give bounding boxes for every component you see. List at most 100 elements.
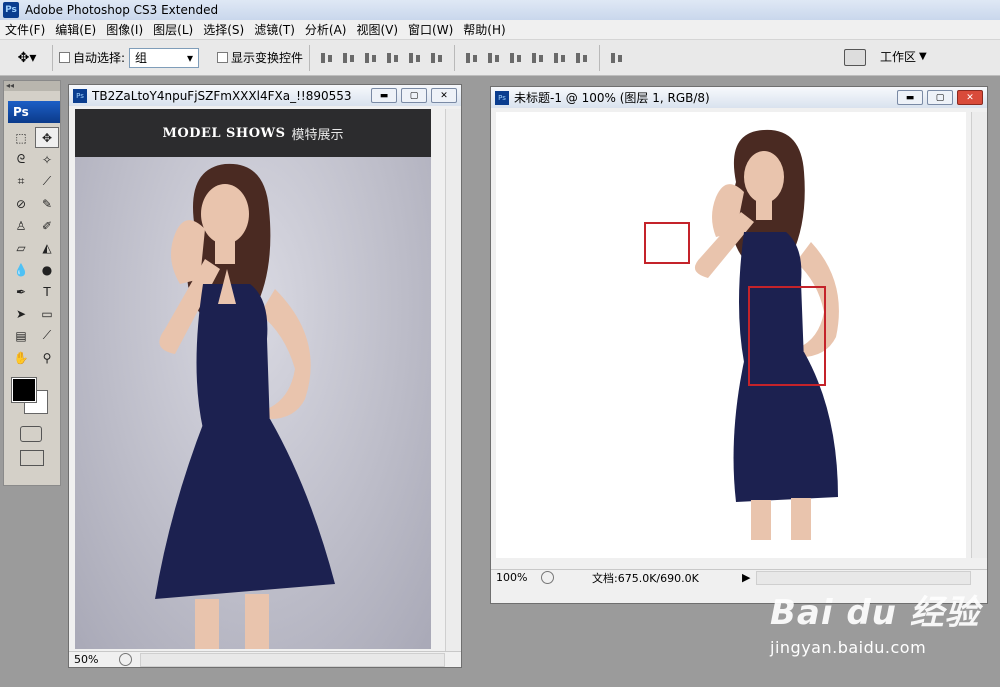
horizontal-scrollbar[interactable]	[756, 570, 971, 585]
healing-brush-tool-icon[interactable]: ⊘	[9, 193, 33, 214]
show-transform-label: 显示变换控件	[231, 51, 304, 65]
eraser-tool-icon[interactable]: ▱	[9, 237, 33, 258]
distribute-vcenter-icon[interactable]	[486, 50, 502, 66]
menu-filter[interactable]: 滤镜(T)	[249, 21, 300, 38]
baidu-jingyan-watermark: Bai du 经验 jingyan.baidu.com	[770, 585, 995, 680]
align-left-icon[interactable]	[385, 50, 401, 66]
close-button[interactable]: ✕	[957, 90, 983, 105]
document-title: 未标题-1 @ 100% (图层 1, RGB/8)	[514, 91, 710, 105]
workspace-button[interactable]: 工作区 ▼	[880, 48, 927, 65]
hand-tool-icon[interactable]: ✋	[9, 347, 33, 368]
marquee-tool-icon[interactable]: ⬚	[9, 127, 33, 148]
auto-select-checkbox[interactable]	[59, 52, 70, 63]
color-swatches	[4, 374, 60, 422]
menu-window[interactable]: 窗口(W)	[403, 21, 458, 38]
blur-tool-icon[interactable]: 💧	[9, 259, 33, 280]
path-selection-tool-icon[interactable]: ➤	[9, 303, 33, 324]
camera-icon[interactable]	[844, 49, 866, 66]
show-transform-checkbox[interactable]	[217, 52, 229, 63]
menu-help[interactable]: 帮助(H)	[458, 21, 510, 38]
pen-tool-icon[interactable]: ✒	[9, 281, 33, 302]
document-titlebar[interactable]: Ps 未标题-1 @ 100% (图层 1, RGB/8) ▬ ▢ ✕	[491, 87, 987, 108]
distribute-bottom-icon[interactable]	[508, 50, 524, 66]
options-bar: ✥▾ 自动选择: 组 ▾ 显示变换控件 工作区 ▼	[0, 40, 1000, 76]
clone-stamp-tool-icon[interactable]: ♙	[9, 215, 33, 236]
status-icon[interactable]	[119, 653, 132, 666]
menu-edit[interactable]: 编辑(E)	[50, 21, 101, 38]
ps-badge[interactable]: Ps	[8, 101, 60, 123]
distribute-left-icon[interactable]	[530, 50, 546, 66]
menu-analysis[interactable]: 分析(A)	[300, 21, 352, 38]
photoshop-logo-icon: Ps	[3, 2, 19, 18]
panel-grip[interactable]: ◂◂	[4, 81, 60, 91]
status-bar: 100% 文档:675.0K/690.0K ▶	[491, 569, 987, 585]
close-button[interactable]: ✕	[431, 88, 457, 103]
canvas-result[interactable]	[496, 112, 966, 558]
document-window-result: Ps 未标题-1 @ 100% (图层 1, RGB/8) ▬ ▢ ✕ 100%…	[490, 86, 988, 604]
menu-image[interactable]: 图像(I)	[101, 21, 148, 38]
foreground-color-swatch[interactable]	[11, 377, 37, 403]
menu-bar: 文件(F) 编辑(E) 图像(I) 图层(L) 选择(S) 滤镜(T) 分析(A…	[0, 20, 1000, 40]
distribute-hcenter-icon[interactable]	[552, 50, 568, 66]
menu-file[interactable]: 文件(F)	[0, 21, 50, 38]
status-bar: 50%	[69, 651, 461, 667]
triangle-down-icon: ▼	[919, 51, 927, 62]
app-titlebar: Ps Adobe Photoshop CS3 Extended	[0, 0, 1000, 20]
minimize-button[interactable]: ▬	[897, 90, 923, 105]
divider	[309, 44, 311, 71]
document-window-source: Ps TB2ZaLtoY4npuFjSZFmXXXl4FXa_!!8905532…	[68, 84, 462, 668]
distribute-right-icon[interactable]	[574, 50, 590, 66]
arrow-right-icon[interactable]: ▶	[742, 571, 750, 584]
align-hcenter-icon[interactable]	[407, 50, 423, 66]
shape-tool-icon[interactable]: ▭	[35, 303, 59, 324]
paint-bucket-tool-icon[interactable]: ◭	[35, 237, 59, 258]
history-brush-tool-icon[interactable]: ✐	[35, 215, 59, 236]
auto-select-dropdown[interactable]: 组 ▾	[129, 47, 200, 68]
move-tool-icon[interactable]: ✥	[35, 127, 59, 148]
vertical-scrollbar[interactable]	[971, 112, 987, 558]
lasso-tool-icon[interactable]: ᘓ	[9, 149, 33, 170]
screen-mode-icon[interactable]	[20, 450, 44, 466]
slice-tool-icon[interactable]: ⟋	[35, 171, 59, 192]
brush-tool-icon[interactable]: ✎	[35, 193, 59, 214]
minimize-button[interactable]: ▬	[371, 88, 397, 103]
align-vcenter-icon[interactable]	[341, 50, 357, 66]
selection-box-arm	[644, 222, 690, 264]
maximize-button[interactable]: ▢	[927, 90, 953, 105]
move-tool-preset-icon[interactable]: ✥▾	[8, 45, 46, 71]
eyedropper-tool-icon[interactable]: ⟋	[35, 325, 59, 346]
align-top-icon[interactable]	[319, 50, 335, 66]
document-title: TB2ZaLtoY4npuFjSZFmXXXl4FXa_!!89055323..…	[92, 88, 352, 103]
auto-select-value: 组	[135, 51, 148, 65]
vertical-scrollbar[interactable]	[445, 109, 461, 651]
horizontal-scrollbar[interactable]	[140, 652, 445, 667]
zoom-level[interactable]: 100%	[491, 571, 541, 584]
magic-wand-tool-icon[interactable]: ✧	[35, 149, 59, 170]
zoom-level[interactable]: 50%	[69, 653, 119, 666]
dodge-tool-icon[interactable]: ●	[35, 259, 59, 280]
distribute-top-icon[interactable]	[464, 50, 480, 66]
divider	[454, 44, 456, 71]
maximize-button[interactable]: ▢	[401, 88, 427, 103]
notes-tool-icon[interactable]: ▤	[9, 325, 33, 346]
status-icon[interactable]	[541, 571, 554, 584]
align-right-icon[interactable]	[429, 50, 445, 66]
menu-select[interactable]: 选择(S)	[198, 21, 249, 38]
menu-layer[interactable]: 图层(L)	[148, 21, 198, 38]
crop-tool-icon[interactable]: ⌗	[9, 171, 33, 192]
quick-mask-icon[interactable]	[20, 426, 42, 442]
align-bottom-icon[interactable]	[363, 50, 379, 66]
divider	[52, 44, 53, 71]
auto-align-layers-icon[interactable]	[609, 50, 625, 66]
document-icon: Ps	[73, 88, 87, 103]
document-info[interactable]: 文档:675.0K/690.0K	[592, 570, 742, 586]
zoom-tool-icon[interactable]: ⚲	[35, 347, 59, 368]
canvas-source[interactable]: MODEL SHOWS 模特展示	[75, 109, 431, 649]
divider	[599, 44, 601, 71]
chevron-down-icon: ▾	[187, 50, 194, 65]
document-titlebar[interactable]: Ps TB2ZaLtoY4npuFjSZFmXXXl4FXa_!!8905532…	[69, 85, 461, 106]
menu-view[interactable]: 视图(V)	[351, 21, 403, 38]
type-tool-icon[interactable]: T	[35, 281, 59, 302]
tools-panel: ◂◂ Ps ⬚ ✥ ᘓ ✧ ⌗ ⟋ ⊘ ✎ ♙ ✐ ▱ ◭ 💧 ● ✒ T ➤ …	[3, 80, 61, 486]
app-title: Adobe Photoshop CS3 Extended	[25, 3, 219, 17]
